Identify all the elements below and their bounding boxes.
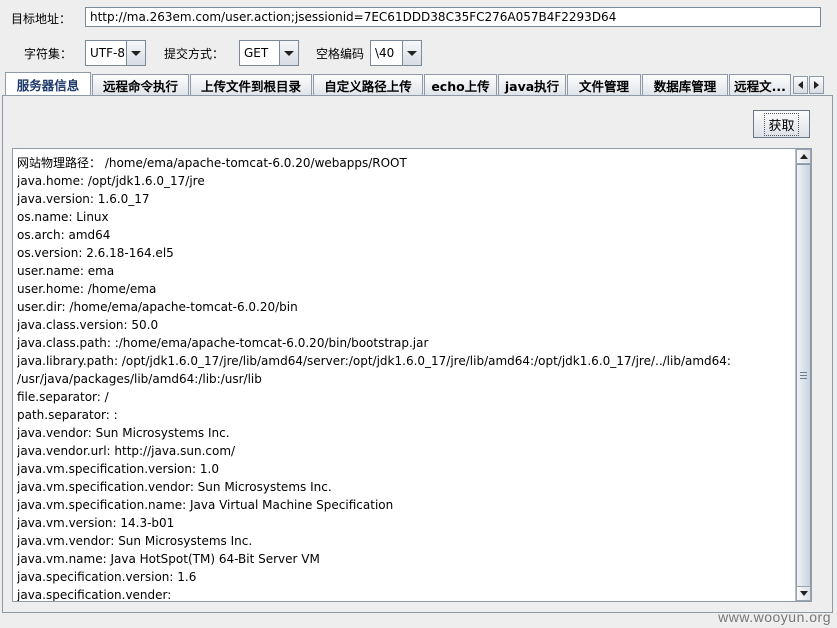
output-line: java.class.path: :/home/ema/apache-tomca… <box>17 336 429 350</box>
output-line: os.arch: amd64 <box>17 228 111 242</box>
method-select[interactable]: GET <box>239 40 299 66</box>
output-textarea[interactable]: 网站物理路径： /home/ema/apache-tomcat-6.0.20/w… <box>12 148 812 602</box>
arrow-up-icon[interactable] <box>796 149 811 164</box>
space-encoding-label: 空格编码 <box>316 47 365 61</box>
tab-file-manager[interactable]: 文件管理 <box>567 74 641 95</box>
method-value: GET <box>244 46 269 60</box>
output-line: java.vm.specification.name: Java Virtual… <box>17 498 394 512</box>
target-url-input[interactable]: http://ma.263em.com/user.action;jsession… <box>85 7 821 27</box>
method-label: 提交方式： <box>164 47 225 61</box>
arrow-down-icon[interactable] <box>796 586 811 601</box>
tab-remote-command[interactable]: 远程命令执行 <box>92 74 189 95</box>
output-line: os.version: 2.6.18-164.el5 <box>17 246 174 260</box>
tab-server-info[interactable]: 服务器信息 <box>5 72 91 95</box>
output-line: java.vm.name: Java HotSpot(TM) 64-Bit Se… <box>17 552 320 566</box>
tab-upload-root[interactable]: 上传文件到根目录 <box>190 74 312 95</box>
charset-value: UTF-8 <box>90 46 125 60</box>
chevron-down-icon[interactable] <box>402 41 421 65</box>
output-line: file.separator: / <box>17 390 109 404</box>
vertical-scrollbar[interactable] <box>795 149 811 601</box>
output-line: java.library.path: /opt/jdk1.6.0_17/jre/… <box>17 354 731 368</box>
tab-bar: 服务器信息 远程命令执行 上传文件到根目录 自定义路径上传 echo上传 jav… <box>5 72 792 96</box>
output-lines: 网站物理路径： /home/ema/apache-tomcat-6.0.20/w… <box>17 154 792 602</box>
tab-java-exec[interactable]: java执行 <box>498 74 566 95</box>
space-encoding-select[interactable]: \40 <box>370 40 422 66</box>
charset-select[interactable]: UTF-8 <box>85 40 146 66</box>
output-line: java.vendor.url: http://java.sun.com/ <box>17 444 236 458</box>
output-line: user.home: /home/ema <box>17 282 157 296</box>
output-line: java.vm.vendor: Sun Microsystems Inc. <box>17 534 253 548</box>
space-encoding-value: \40 <box>375 46 395 60</box>
arrow-right-icon[interactable] <box>809 76 824 94</box>
output-line: user.dir: /home/ema/apache-tomcat-6.0.20… <box>17 300 298 314</box>
output-line: /usr/java/packages/lib/amd64:/lib:/usr/l… <box>17 372 262 386</box>
tab-custom-path-upload[interactable]: 自定义路径上传 <box>313 74 423 95</box>
output-line: java.vendor: Sun Microsystems Inc. <box>17 426 230 440</box>
tab-echo-upload[interactable]: echo上传 <box>424 74 497 95</box>
arrow-left-icon[interactable] <box>793 76 808 94</box>
get-button-label: 获取 <box>764 112 799 136</box>
charset-label: 字符集： <box>24 47 73 61</box>
output-line: 网站物理路径： /home/ema/apache-tomcat-6.0.20/w… <box>17 156 407 170</box>
target-url-label: 目标地址： <box>11 12 72 26</box>
scrollbar-thumb[interactable] <box>796 164 811 587</box>
tab-database-manager[interactable]: 数据库管理 <box>642 74 728 95</box>
get-button[interactable]: 获取 <box>753 110 810 138</box>
output-line: java.specification.vender: <box>17 588 172 602</box>
watermark: www.wooyun.org <box>718 609 831 625</box>
chevron-down-icon[interactable] <box>279 41 298 65</box>
output-line: java.version: 1.6.0_17 <box>17 192 150 206</box>
output-line: java.vm.version: 14.3-b01 <box>17 516 175 530</box>
output-line: java.specification.version: 1.6 <box>17 570 197 584</box>
output-line: user.name: ema <box>17 264 115 278</box>
output-line: path.separator: : <box>17 408 118 422</box>
output-line: java.vm.specification.vendor: Sun Micros… <box>17 480 332 494</box>
output-line: java.class.version: 50.0 <box>17 318 159 332</box>
chevron-down-icon[interactable] <box>126 41 145 65</box>
output-line: java.vm.specification.version: 1.0 <box>17 462 219 476</box>
tab-remote-file[interactable]: 远程文... <box>729 74 791 95</box>
output-line: java.home: /opt/jdk1.6.0_17/jre <box>17 174 205 188</box>
output-line: os.name: Linux <box>17 210 109 224</box>
